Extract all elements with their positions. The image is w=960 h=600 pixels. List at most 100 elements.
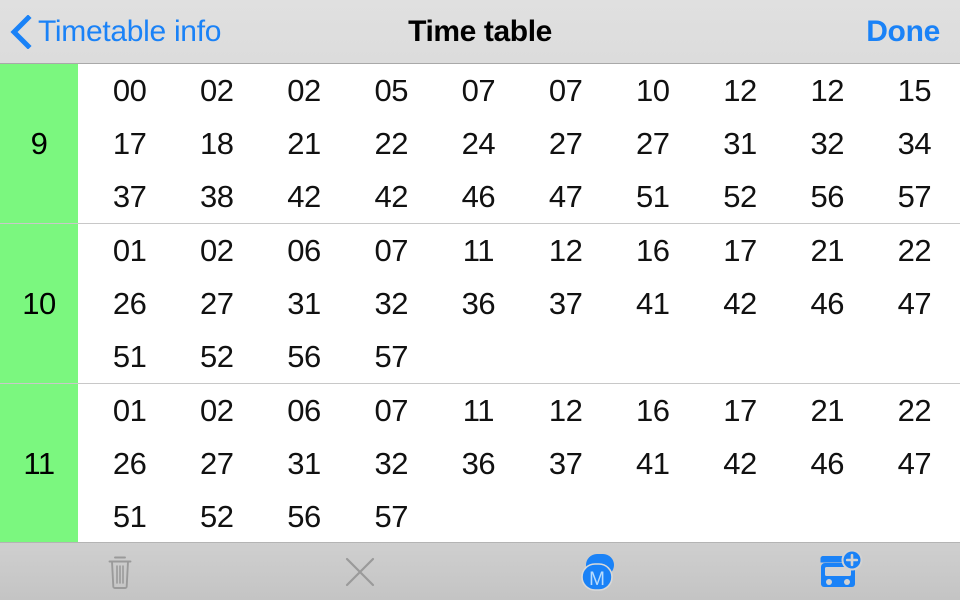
minute-cell[interactable]: 51 — [86, 341, 173, 372]
minute-cell[interactable]: 46 — [784, 448, 871, 479]
minute-cell[interactable]: 57 — [348, 341, 435, 372]
minute-cell[interactable]: 36 — [435, 448, 522, 479]
minute-cell[interactable]: 27 — [609, 128, 696, 159]
minute-cell[interactable]: 46 — [435, 181, 522, 212]
minute-cell[interactable]: 21 — [260, 128, 347, 159]
map-marker-m-icon: M — [576, 551, 624, 593]
timetable-grid[interactable]: 9 00 02 02 05 07 07 10 12 12 15 17 18 21… — [0, 64, 960, 542]
table-row[interactable]: 9 00 02 02 05 07 07 10 12 12 15 17 18 21… — [0, 64, 960, 224]
minute-cell[interactable]: 32 — [348, 448, 435, 479]
minute-cell[interactable]: 11 — [435, 395, 522, 426]
minute-cell[interactable]: 24 — [435, 128, 522, 159]
minute-cell[interactable]: 52 — [173, 341, 260, 372]
svg-text:M: M — [589, 569, 605, 590]
minute-cell[interactable]: 12 — [522, 395, 609, 426]
minute-cell[interactable]: 36 — [435, 288, 522, 319]
minute-cell[interactable]: 56 — [784, 181, 871, 212]
minute-cell[interactable]: 31 — [696, 128, 783, 159]
clear-button[interactable] — [240, 543, 480, 600]
minute-cell[interactable]: 42 — [696, 448, 783, 479]
minute-cell[interactable]: 47 — [522, 181, 609, 212]
minute-cell[interactable]: 37 — [522, 448, 609, 479]
minute-cell[interactable]: 17 — [696, 235, 783, 266]
hour-label: 11 — [0, 384, 78, 542]
done-button[interactable]: Done — [866, 0, 940, 63]
minute-cell[interactable]: 32 — [784, 128, 871, 159]
minute-cell[interactable]: 07 — [348, 235, 435, 266]
minute-cell[interactable]: 17 — [86, 128, 173, 159]
minute-cell[interactable]: 02 — [260, 75, 347, 106]
minute-cell[interactable]: 17 — [696, 395, 783, 426]
minute-cell[interactable]: 16 — [609, 395, 696, 426]
chevron-left-icon — [10, 14, 32, 49]
minute-cell[interactable]: 00 — [86, 75, 173, 106]
minute-cell[interactable]: 52 — [173, 501, 260, 532]
trash-icon — [104, 553, 136, 591]
minute-cell[interactable]: 26 — [86, 448, 173, 479]
hour-label: 10 — [0, 224, 78, 383]
delete-button[interactable] — [0, 543, 240, 600]
timetable-screen: Timetable info Time table Done 9 00 02 0… — [0, 0, 960, 600]
table-row[interactable]: 11 01 02 06 07 11 12 16 17 21 22 26 27 3… — [0, 384, 960, 542]
minute-cell[interactable]: 41 — [609, 288, 696, 319]
minute-cell[interactable]: 31 — [260, 448, 347, 479]
back-button[interactable]: Timetable info — [10, 0, 221, 63]
minute-cell[interactable]: 22 — [871, 395, 958, 426]
minute-cell[interactable]: 27 — [173, 288, 260, 319]
minute-cell[interactable]: 07 — [348, 395, 435, 426]
minute-cell[interactable]: 42 — [260, 181, 347, 212]
minute-cell[interactable]: 27 — [173, 448, 260, 479]
minute-cell[interactable]: 07 — [435, 75, 522, 106]
minute-cell[interactable]: 15 — [871, 75, 958, 106]
minute-cell[interactable]: 42 — [696, 288, 783, 319]
minute-cell[interactable]: 47 — [871, 288, 958, 319]
minute-cell[interactable]: 16 — [609, 235, 696, 266]
minute-cell[interactable]: 01 — [86, 235, 173, 266]
bottom-toolbar: M — [0, 542, 960, 600]
minute-cell[interactable]: 26 — [86, 288, 173, 319]
minute-cell[interactable]: 57 — [348, 501, 435, 532]
minute-cell[interactable]: 42 — [348, 181, 435, 212]
bus-plus-icon — [815, 549, 865, 594]
minute-cell[interactable]: 38 — [173, 181, 260, 212]
minute-cell[interactable]: 06 — [260, 395, 347, 426]
minute-cell[interactable]: 57 — [871, 181, 958, 212]
minute-cell[interactable]: 31 — [260, 288, 347, 319]
navigation-bar: Timetable info Time table Done — [0, 0, 960, 64]
minute-cell[interactable]: 56 — [260, 501, 347, 532]
minute-cell[interactable]: 11 — [435, 235, 522, 266]
close-x-icon — [343, 555, 377, 589]
add-transport-button[interactable] — [720, 543, 960, 600]
minute-cell[interactable]: 34 — [871, 128, 958, 159]
minute-cell[interactable]: 37 — [522, 288, 609, 319]
minute-cell[interactable]: 37 — [86, 181, 173, 212]
minute-cell[interactable]: 02 — [173, 395, 260, 426]
minute-cell[interactable]: 12 — [784, 75, 871, 106]
minute-cell[interactable]: 21 — [784, 235, 871, 266]
minute-cell[interactable]: 18 — [173, 128, 260, 159]
minute-cell[interactable]: 01 — [86, 395, 173, 426]
minute-cell[interactable]: 10 — [609, 75, 696, 106]
minute-cell[interactable]: 46 — [784, 288, 871, 319]
table-row[interactable]: 10 01 02 06 07 11 12 16 17 21 22 26 27 3… — [0, 224, 960, 384]
minute-cell[interactable]: 47 — [871, 448, 958, 479]
minute-cell[interactable]: 27 — [522, 128, 609, 159]
minute-cell[interactable]: 32 — [348, 288, 435, 319]
minute-cell[interactable]: 02 — [173, 235, 260, 266]
map-button[interactable]: M — [480, 543, 720, 600]
minutes-container: 00 02 02 05 07 07 10 12 12 15 17 18 21 2… — [78, 64, 960, 223]
minute-cell[interactable]: 07 — [522, 75, 609, 106]
minute-cell[interactable]: 56 — [260, 341, 347, 372]
minute-cell[interactable]: 52 — [696, 181, 783, 212]
minute-cell[interactable]: 51 — [86, 501, 173, 532]
minute-cell[interactable]: 12 — [522, 235, 609, 266]
minute-cell[interactable]: 06 — [260, 235, 347, 266]
minute-cell[interactable]: 02 — [173, 75, 260, 106]
minute-cell[interactable]: 05 — [348, 75, 435, 106]
minute-cell[interactable]: 22 — [871, 235, 958, 266]
minute-cell[interactable]: 12 — [696, 75, 783, 106]
minute-cell[interactable]: 41 — [609, 448, 696, 479]
minute-cell[interactable]: 51 — [609, 181, 696, 212]
minute-cell[interactable]: 22 — [348, 128, 435, 159]
minute-cell[interactable]: 21 — [784, 395, 871, 426]
